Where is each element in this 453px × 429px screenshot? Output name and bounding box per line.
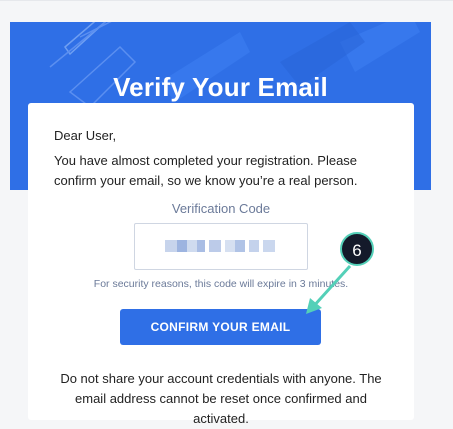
footer-note: Do not share your account credentials wi… bbox=[60, 371, 382, 426]
redacted-code bbox=[165, 240, 277, 252]
greeting-text: Dear User, bbox=[54, 128, 117, 143]
verification-code-box bbox=[134, 223, 308, 270]
verification-code-label: Verification Code bbox=[171, 201, 271, 216]
annotation-arrow bbox=[306, 264, 352, 314]
intro-text: You have almost completed your registrat… bbox=[54, 153, 358, 188]
page-title: Verify Your Email bbox=[113, 72, 328, 102]
step-callout-badge: 6 bbox=[340, 232, 374, 266]
confirm-email-button[interactable]: CONFIRM YOUR EMAIL bbox=[120, 309, 321, 345]
top-divider bbox=[0, 0, 453, 1]
